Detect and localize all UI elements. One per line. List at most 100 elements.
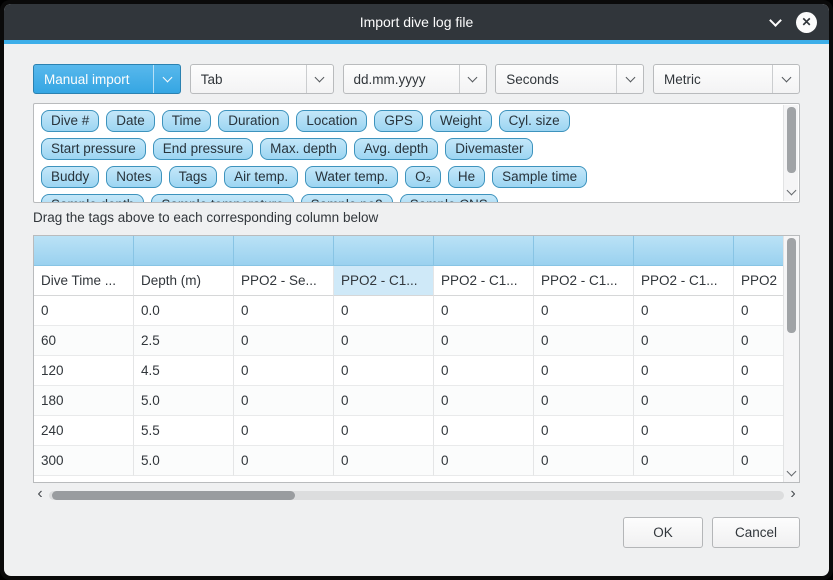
tag-water-temp[interactable]: Water temp. [305, 166, 398, 188]
tag-gps[interactable]: GPS [374, 110, 423, 132]
drop-target-cell[interactable] [734, 236, 783, 266]
scroll-right-icon[interactable]: › [786, 486, 800, 505]
chevron-down-icon [772, 65, 799, 93]
date-format-dropdown[interactable]: dd.mm.yyyy [343, 64, 487, 94]
tag-sample-temperature[interactable]: Sample temperature [151, 194, 293, 202]
ok-button[interactable]: OK [623, 517, 703, 548]
tag-buddy[interactable]: Buddy [41, 166, 99, 188]
tag-divemaster[interactable]: Divemaster [445, 138, 533, 160]
titlebar[interactable]: Import dive log file ✕ [4, 4, 829, 40]
column-header[interactable]: Depth (m) [134, 266, 234, 296]
table-cell: 0 [234, 296, 334, 326]
tag-row: Start pressure End pressure Max. depth Avg.… [41, 138, 792, 160]
tag-sample-cns[interactable]: Sample CNS [400, 194, 498, 202]
field-separator-dropdown[interactable]: Tab [190, 64, 334, 94]
table-header-row: Dive Time ...Depth (m)PPO2 - Se...PPO2 -… [34, 266, 783, 296]
import-type-dropdown[interactable]: Manual import [33, 64, 181, 94]
column-header[interactable]: PPO2 - C1... [634, 266, 734, 296]
chevron-down-icon[interactable] [769, 14, 782, 27]
horizontal-scrollbar[interactable]: ‹ › [33, 486, 800, 505]
units-value: Metric [654, 72, 772, 87]
tag-cyl-size[interactable]: Cyl. size [499, 110, 570, 132]
tag-dive[interactable]: Dive # [41, 110, 99, 132]
tag-date[interactable]: Date [106, 110, 155, 132]
scroll-down-icon[interactable] [787, 467, 797, 477]
column-header[interactable]: PPO2 - Se... [234, 266, 334, 296]
table-cell: 0 [434, 446, 534, 476]
table-cell: 0 [634, 446, 734, 476]
tag-duration[interactable]: Duration [218, 110, 289, 132]
units-dropdown[interactable]: Metric [653, 64, 800, 94]
drop-target-cell[interactable] [234, 236, 334, 266]
table-cell: 0 [534, 386, 634, 416]
dialog-buttons: OK Cancel [33, 517, 800, 548]
table-cell: 0 [534, 446, 634, 476]
table-cell: 0 [234, 386, 334, 416]
table-body: 00.0000000602.50000001204.50000001805.00… [34, 296, 783, 476]
tag-o[interactable]: O₂ [405, 166, 441, 188]
tag-sample-po2[interactable]: Sample po2 [301, 194, 393, 202]
table-cell: 0 [634, 296, 734, 326]
tag-weight[interactable]: Weight [430, 110, 492, 132]
drop-target-cell[interactable] [534, 236, 634, 266]
table-cell: 0 [434, 296, 534, 326]
tag-end-pressure[interactable]: End pressure [153, 138, 253, 160]
table-columns: Dive Time ...Depth (m)PPO2 - Se...PPO2 -… [34, 236, 783, 482]
scrollbar-thumb[interactable] [787, 238, 796, 333]
drop-target-cell[interactable] [434, 236, 534, 266]
time-format-value: Seconds [496, 72, 616, 87]
column-header[interactable]: PPO2 - C1... [434, 266, 534, 296]
tag-tags[interactable]: Tags [169, 166, 218, 188]
table-cell: 0 [534, 416, 634, 446]
table-cell: 0 [734, 446, 783, 476]
tag-notes[interactable]: Notes [106, 166, 161, 188]
tag-he[interactable]: He [448, 166, 485, 188]
table-cell: 2.5 [134, 326, 234, 356]
table-cell: 5.0 [134, 386, 234, 416]
close-button[interactable]: ✕ [796, 12, 817, 33]
table-cell: 0 [234, 326, 334, 356]
drop-target-cell[interactable] [634, 236, 734, 266]
drop-target-cell[interactable] [334, 236, 434, 266]
scroll-down-icon[interactable] [786, 186, 796, 196]
tag-avg-depth[interactable]: Avg. depth [354, 138, 438, 160]
cancel-button[interactable]: Cancel [712, 517, 800, 548]
import-preview-table: Dive Time ...Depth (m)PPO2 - Se...PPO2 -… [33, 235, 800, 483]
scrollbar-thumb[interactable] [787, 107, 796, 173]
tag-sample-depth[interactable]: Sample depth [41, 194, 144, 202]
table-cell: 300 [34, 446, 134, 476]
horizontal-scrollbar-track[interactable] [49, 491, 784, 500]
table-cell: 0 [234, 416, 334, 446]
tag-pool-scrollbar[interactable] [783, 105, 798, 201]
horizontal-scrollbar-thumb[interactable] [52, 491, 295, 500]
column-header[interactable]: Dive Time ... [34, 266, 134, 296]
table-cell: 0 [34, 296, 134, 326]
table-cell: 0 [634, 356, 734, 386]
table-cell: 0 [334, 416, 434, 446]
table-row: 3005.0000000 [34, 446, 783, 476]
tag-time[interactable]: Time [162, 110, 212, 132]
column-header[interactable]: PPO2 - C1... [534, 266, 634, 296]
table-cell: 180 [34, 386, 134, 416]
column-header[interactable]: PPO2 - C1... [334, 266, 434, 296]
tag-start-pressure[interactable]: Start pressure [41, 138, 146, 160]
table-cell: 0 [634, 416, 734, 446]
tag-air-temp[interactable]: Air temp. [224, 166, 298, 188]
drop-target-cell[interactable] [34, 236, 134, 266]
table-drop-row [34, 236, 783, 266]
table-row: 1204.5000000 [34, 356, 783, 386]
tag-location[interactable]: Location [296, 110, 367, 132]
time-format-dropdown[interactable]: Seconds [495, 64, 644, 94]
table-row: 602.5000000 [34, 326, 783, 356]
date-format-value: dd.mm.yyyy [344, 72, 459, 87]
table-row: 2405.5000000 [34, 416, 783, 446]
table-vertical-scrollbar[interactable] [783, 236, 799, 482]
scroll-left-icon[interactable]: ‹ [33, 486, 47, 505]
column-header[interactable]: PPO2 [734, 266, 783, 296]
table-cell: 5.0 [134, 446, 234, 476]
drop-target-cell[interactable] [134, 236, 234, 266]
tag-sample-time[interactable]: Sample time [492, 166, 587, 188]
import-type-value: Manual import [34, 72, 153, 87]
table-cell: 0 [334, 446, 434, 476]
tag-max-depth[interactable]: Max. depth [260, 138, 347, 160]
